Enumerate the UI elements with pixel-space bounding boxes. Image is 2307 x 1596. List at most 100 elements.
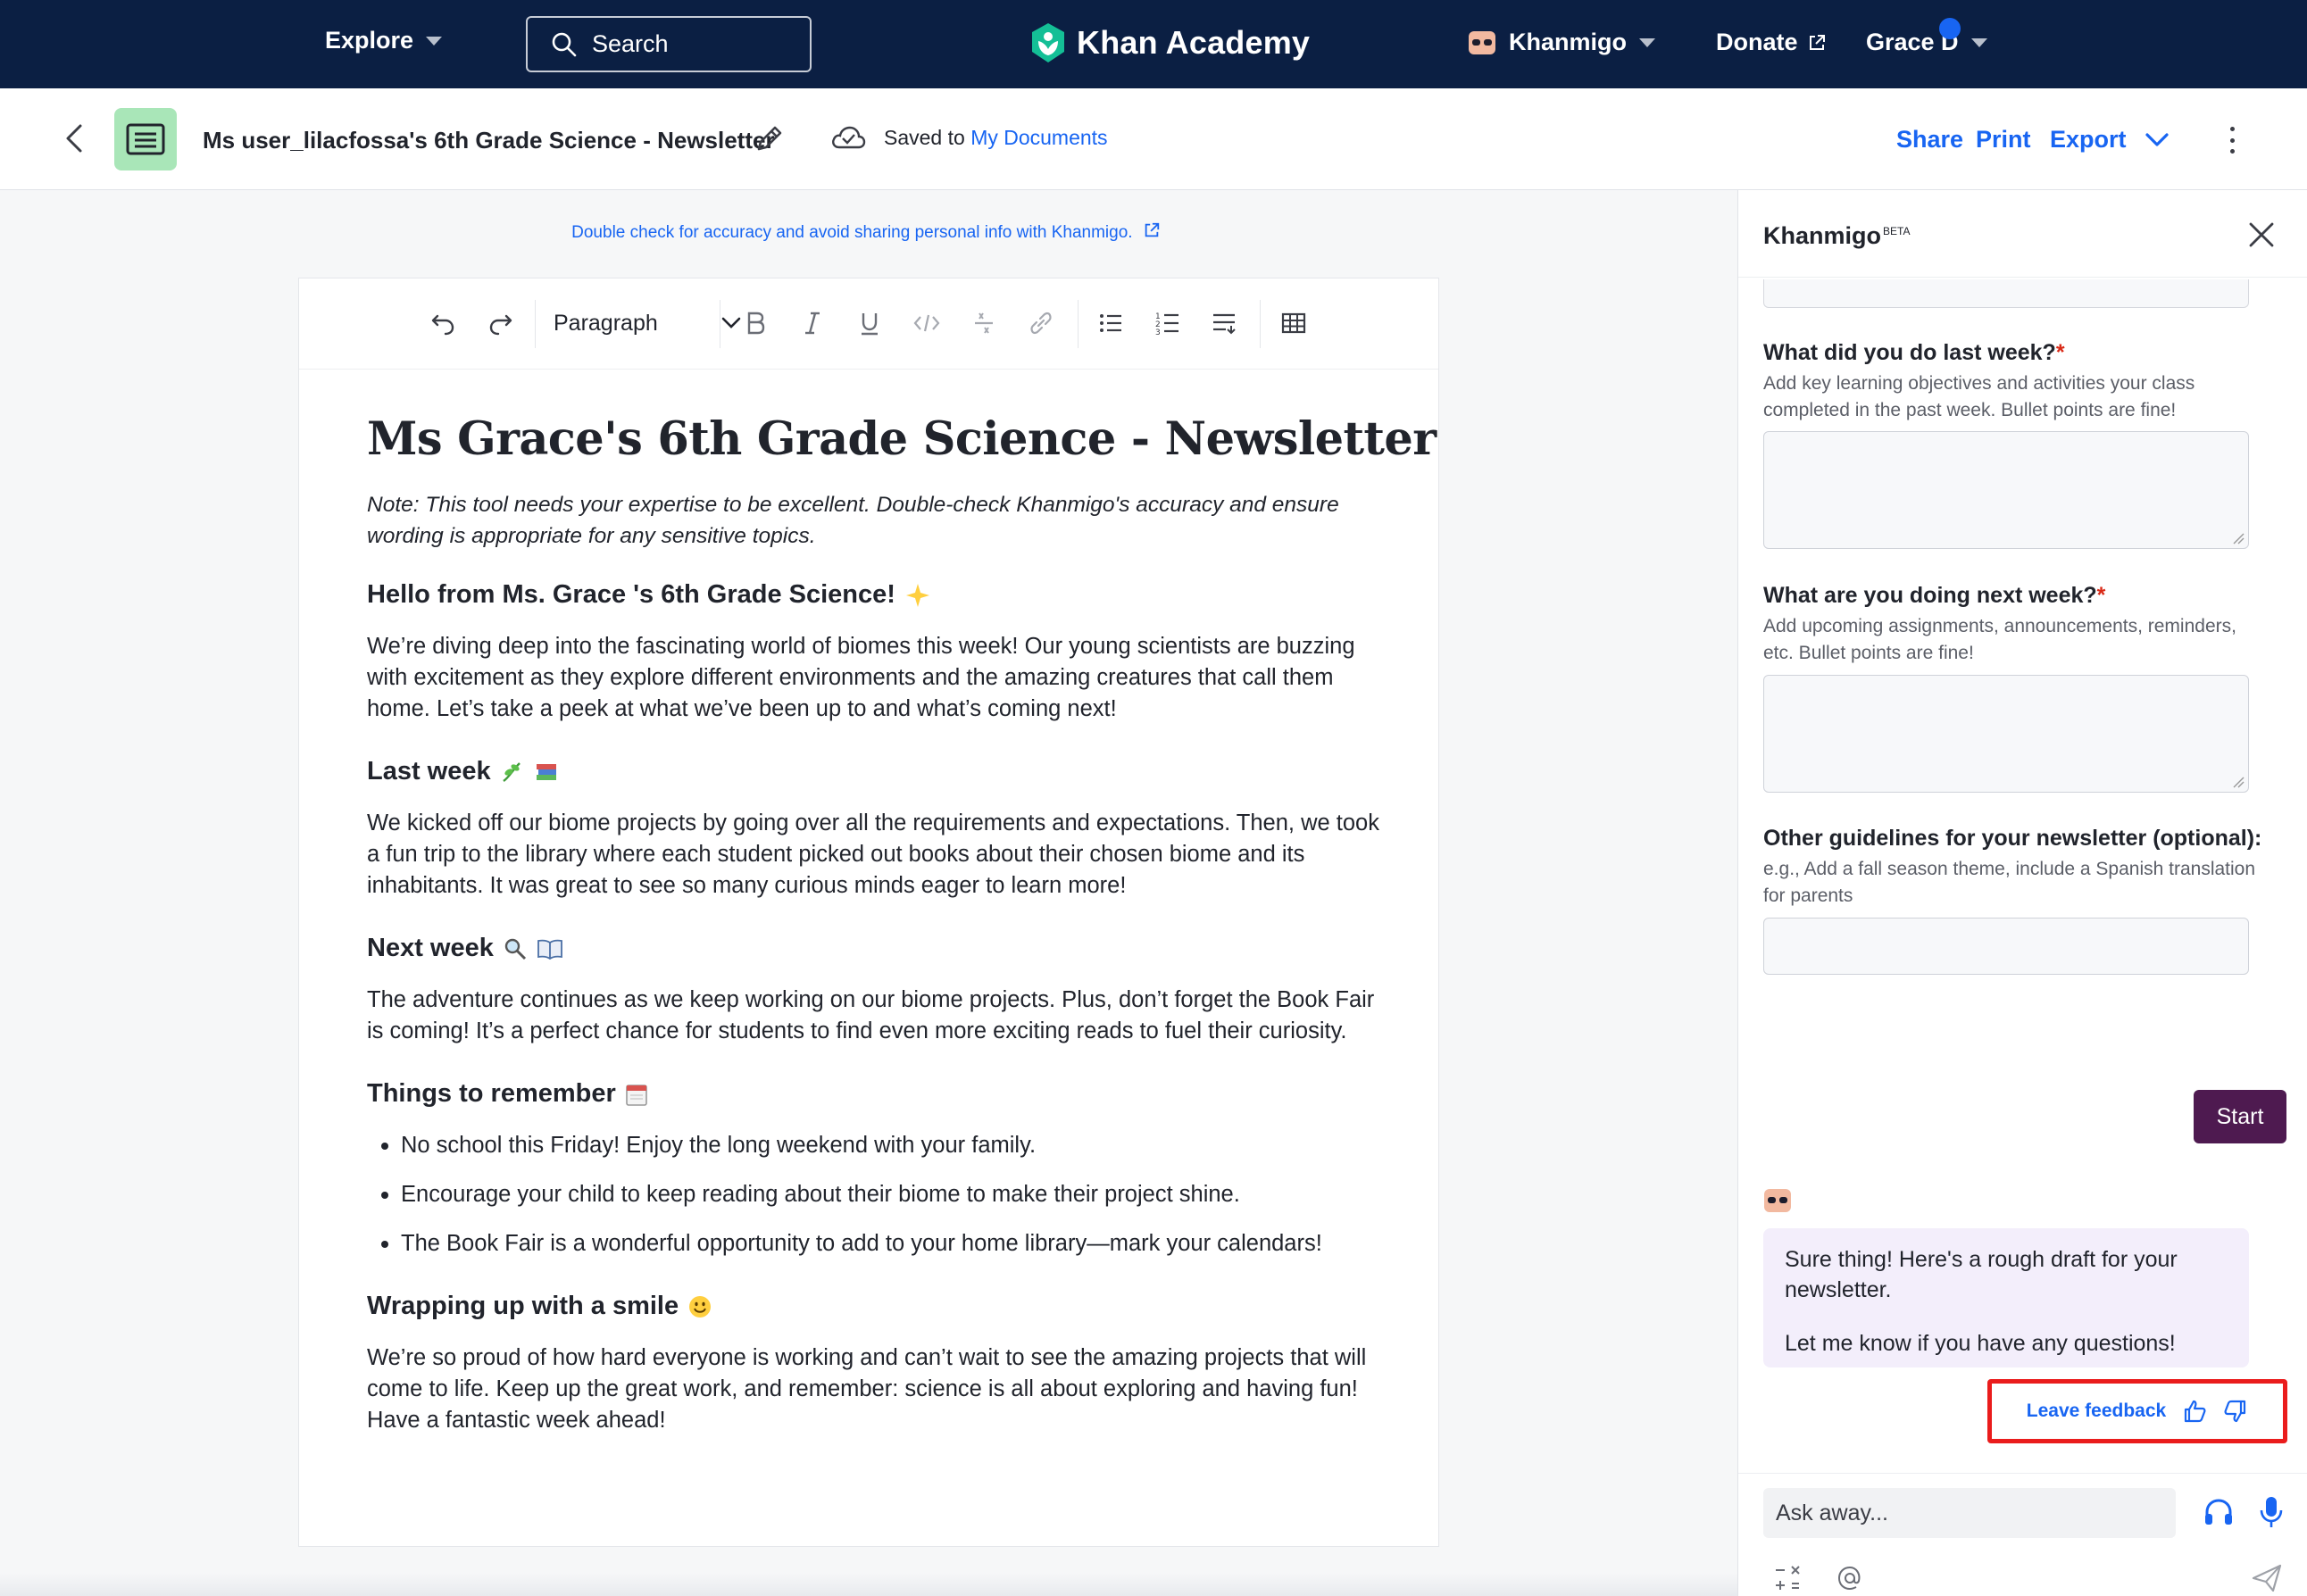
chevron-down-icon: [1639, 37, 1655, 47]
herb-icon: [502, 761, 521, 782]
khan-academy-logo-icon: [1032, 23, 1064, 62]
back-arrow-icon[interactable]: [59, 121, 91, 156]
logo-text: Khan Academy: [1077, 24, 1311, 61]
panel-title: Khanmigo BETA: [1763, 222, 1910, 250]
resize-handle-icon[interactable]: [2232, 532, 2245, 544]
cloud-check-icon: [832, 126, 866, 149]
microphone-icon[interactable]: [2258, 1495, 2285, 1529]
code-icon[interactable]: [909, 305, 945, 341]
resize-handle-icon[interactable]: [2232, 776, 2245, 788]
indent-icon[interactable]: [1207, 305, 1243, 341]
search-button[interactable]: Search: [526, 16, 812, 72]
q1-label-text: What did you do last week?: [1763, 340, 2056, 365]
chat-input-area: [1738, 1473, 2307, 1596]
newsletter-title: Ms Grace's 6th Grade Science - Newslette…: [367, 412, 1437, 466]
table-icon[interactable]: [1276, 305, 1312, 341]
khanmigo-menu[interactable]: Khanmigo: [1468, 29, 1655, 56]
bot-message-line: Let me know if you have any questions!: [1785, 1331, 2176, 1356]
bot-message-line: Sure thing! Here's a rough draft for you…: [1785, 1247, 2178, 1302]
greeting-heading-text: Hello from Ms. Grace 's 6th Grade Scienc…: [367, 580, 895, 609]
magnifying-glass-icon: [504, 938, 526, 960]
khanmigo-avatar-icon: [1469, 30, 1495, 54]
start-button[interactable]: Start: [2194, 1090, 2286, 1143]
donate-link[interactable]: Donate: [1716, 29, 1827, 56]
remember-heading: Things to remember: [367, 1079, 1394, 1109]
redo-icon[interactable]: [483, 305, 519, 341]
disclaimer-text: Double check for accuracy and avoid shar…: [571, 223, 1133, 242]
headphones-icon[interactable]: [2203, 1497, 2235, 1527]
more-options-icon[interactable]: [2221, 122, 2243, 158]
top-nav: Explore Search Khan Academy Khanmigo Don…: [0, 0, 2307, 88]
bold-icon[interactable]: [737, 305, 773, 341]
save-status: Saved to My Documents: [830, 124, 1108, 151]
last-week-paragraph: We kicked off our biome projects by goin…: [367, 810, 1379, 898]
italic-icon[interactable]: [795, 305, 830, 341]
q2-help: Add upcoming assignments, announcements,…: [1763, 616, 2236, 663]
undo-icon[interactable]: [425, 305, 461, 341]
next-week-heading-text: Next week: [367, 934, 494, 962]
sparkle-star-icon: [905, 583, 929, 607]
ask-input[interactable]: [1763, 1488, 2176, 1538]
at-mention-icon[interactable]: [1835, 1563, 1865, 1593]
thumbs-up-icon[interactable]: [2182, 1399, 2207, 1424]
bulleted-list-icon[interactable]: [1093, 305, 1129, 341]
last-week-textarea[interactable]: [1763, 431, 2249, 549]
accuracy-disclaimer-link[interactable]: Double check for accuracy and avoid shar…: [0, 221, 1732, 243]
share-button[interactable]: Share: [1896, 126, 1963, 154]
panel-title-text: Khanmigo: [1763, 222, 1881, 249]
explore-menu[interactable]: Explore: [325, 27, 443, 54]
svg-text:3: 3: [1155, 328, 1161, 336]
smiling-face-icon: [689, 1295, 712, 1318]
q2-label: What are you doing next week?*: [1763, 583, 2105, 609]
export-label: Export: [2050, 126, 2127, 153]
guidelines-input[interactable]: [1763, 918, 2249, 975]
next-week-textarea[interactable]: [1763, 675, 2249, 793]
document-title: Ms user_lilacfossa's 6th Grade Science -…: [203, 127, 775, 154]
panel-header: Khanmigo BETA: [1738, 190, 2307, 278]
numbered-list-icon[interactable]: 123: [1150, 305, 1186, 341]
send-icon[interactable]: [2251, 1563, 2283, 1593]
thumbs-down-icon[interactable]: [2223, 1399, 2248, 1424]
q1-label: What did you do last week?*: [1763, 340, 2065, 366]
remember-heading-text: Things to remember: [367, 1079, 616, 1108]
clear-format-icon[interactable]: [966, 305, 1002, 341]
greeting-heading: Hello from Ms. Grace 's 6th Grade Scienc…: [367, 580, 1394, 610]
khan-academy-logo[interactable]: Khan Academy: [1029, 21, 1310, 64]
khanmigo-label: Khanmigo: [1509, 29, 1627, 55]
last-week-heading-text: Last week: [367, 757, 491, 786]
q2-label-text: What are you doing next week?: [1763, 583, 2097, 608]
external-link-icon: [1809, 34, 1825, 50]
paragraph-style-value: Paragraph: [554, 310, 658, 336]
wrap-heading-text: Wrapping up with a smile: [367, 1292, 679, 1320]
donate-label: Donate: [1716, 29, 1798, 55]
calendar-icon: [625, 1084, 647, 1106]
bot-message: Sure thing! Here's a rough draft for you…: [1763, 1228, 2249, 1367]
close-icon[interactable]: [2245, 219, 2278, 251]
previous-field[interactable]: [1763, 279, 2249, 308]
underline-icon[interactable]: [852, 305, 887, 341]
last-week-heading: Last week: [367, 757, 1394, 786]
paragraph-style-select[interactable]: Paragraph: [554, 305, 741, 341]
my-documents-link[interactable]: My Documents: [970, 126, 1107, 149]
beta-badge: BETA: [1883, 225, 1911, 237]
newspaper-icon: [126, 123, 165, 155]
user-menu[interactable]: Grace D: [1866, 18, 1987, 56]
required-mark: *: [2096, 583, 2106, 608]
list-item: The Book Fair is a wonderful opportunity…: [367, 1228, 1394, 1259]
chevron-down-icon: [1970, 37, 1987, 47]
q1-help: Add key learning objectives and activiti…: [1763, 373, 2195, 420]
ai-note: Note: This tool needs your expertise to …: [367, 493, 1339, 548]
pencil-icon[interactable]: [752, 122, 786, 156]
wrap-paragraph: We’re so proud of how hard everyone is w…: [367, 1345, 1367, 1433]
khanmigo-avatar-icon: [1764, 1189, 1791, 1212]
wrap-heading: Wrapping up with a smile: [367, 1292, 1394, 1321]
remember-list: No school this Friday! Enjoy the long we…: [367, 1130, 1394, 1259]
export-button[interactable]: Export: [2050, 126, 2170, 154]
document-content[interactable]: Ms Grace's 6th Grade Science - Newslette…: [367, 412, 1437, 1468]
math-symbols-icon[interactable]: [1774, 1563, 1804, 1593]
print-button[interactable]: Print: [1976, 126, 2031, 154]
link-icon[interactable]: [1023, 305, 1059, 341]
editor-toolbar: Paragraph 123: [299, 278, 1438, 370]
q3-label: Other guidelines for your newsletter (op…: [1763, 826, 2262, 851]
leave-feedback-link[interactable]: Leave feedback: [2027, 1401, 2166, 1422]
